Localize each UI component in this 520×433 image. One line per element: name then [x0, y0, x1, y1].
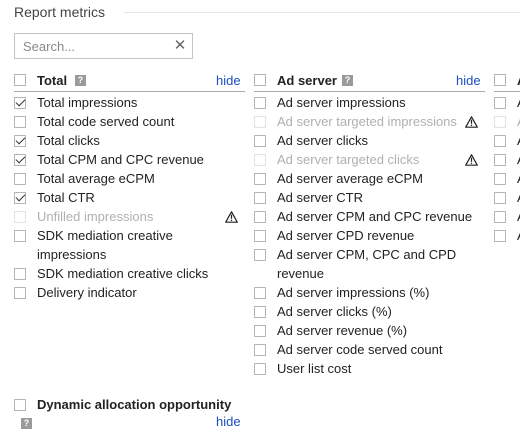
hide-dynamic-allocation-link[interactable]: hide — [216, 413, 241, 431]
column-header-divider — [494, 91, 520, 92]
metric-checkbox[interactable] — [14, 135, 26, 147]
metric-label: Ad server targeted impressions — [277, 114, 457, 129]
column-header-divider — [254, 91, 485, 92]
metric-checkbox — [254, 116, 266, 128]
metric-label: User list cost — [277, 361, 352, 376]
metric-checkbox[interactable] — [494, 154, 506, 166]
metric-checkbox — [14, 211, 26, 223]
metric-label: Ad server code served count — [277, 342, 443, 357]
column-select-all-checkbox[interactable] — [494, 74, 506, 86]
metric-label: Total CPM and CPC revenue — [37, 152, 204, 167]
metric-label: SDK mediation creative clicks — [37, 266, 209, 281]
warning-icon — [465, 154, 478, 166]
metric-checkbox[interactable] — [14, 154, 26, 166]
metric-label: Total code served count — [37, 114, 175, 129]
metric-checkbox[interactable] — [254, 325, 266, 337]
metric-label: impressions — [37, 247, 107, 262]
metric-checkbox — [494, 116, 506, 128]
metric-checkbox[interactable] — [254, 211, 266, 223]
help-icon[interactable]: ? — [342, 75, 353, 86]
metric-checkbox[interactable] — [14, 97, 26, 109]
column-header: Total — [37, 73, 68, 88]
hide-column-link[interactable]: hide — [216, 72, 241, 90]
metric-checkbox[interactable] — [14, 230, 26, 242]
metric-checkbox[interactable] — [494, 135, 506, 147]
metric-checkbox[interactable] — [254, 363, 266, 375]
metric-checkbox[interactable] — [254, 135, 266, 147]
metric-checkbox[interactable] — [254, 306, 266, 318]
metric-label: Ad server CPM, CPC and CPD — [277, 247, 457, 262]
column-header: Ad server — [277, 73, 337, 88]
metric-label: Ad server clicks (%) — [277, 304, 392, 319]
metric-label: Ad server impressions — [277, 95, 406, 110]
metric-checkbox[interactable] — [494, 173, 506, 185]
metric-checkbox[interactable] — [254, 97, 266, 109]
metric-label: Total average eCPM — [37, 171, 155, 186]
metric-checkbox[interactable] — [14, 192, 26, 204]
metric-checkbox — [254, 154, 266, 166]
column-select-all-checkbox[interactable] — [14, 74, 26, 86]
metric-label: Total CTR — [37, 190, 95, 205]
help-icon[interactable]: ? — [75, 75, 86, 86]
metric-label: Ad server CTR — [277, 190, 363, 205]
metric-label: Ad server revenue (%) — [277, 323, 408, 338]
metric-label: Ad server average eCPM — [277, 171, 423, 186]
section-title: Report metrics — [14, 4, 106, 20]
metric-label: Total impressions — [37, 95, 138, 110]
metric-label: Unfilled impressions — [37, 209, 154, 224]
metric-label: SDK mediation creative — [37, 228, 173, 243]
metric-checkbox[interactable] — [254, 287, 266, 299]
dynamic-allocation-header: Dynamic allocation opportunity — [37, 397, 232, 412]
metric-label: Ad server CPM and CPC revenue — [277, 209, 473, 224]
metric-checkbox[interactable] — [254, 173, 266, 185]
metric-label: Ad server targeted clicks — [277, 152, 420, 167]
warning-icon — [225, 211, 238, 223]
metric-label: Delivery indicator — [37, 285, 137, 300]
metric-checkbox[interactable] — [254, 192, 266, 204]
metric-checkbox[interactable] — [14, 173, 26, 185]
metric-checkbox[interactable] — [14, 268, 26, 280]
metric-label: Ad server impressions (%) — [277, 285, 430, 300]
metric-checkbox[interactable] — [494, 230, 506, 242]
metric-label: Ad server clicks — [277, 133, 369, 148]
metric-label: Total clicks — [37, 133, 100, 148]
help-icon[interactable]: ? — [21, 418, 32, 429]
section-divider — [124, 12, 520, 13]
metric-checkbox[interactable] — [254, 344, 266, 356]
hide-column-link[interactable]: hide — [456, 72, 481, 90]
metric-checkbox[interactable] — [494, 97, 506, 109]
warning-icon — [465, 116, 478, 128]
clear-search-icon[interactable]: ✕ — [172, 38, 188, 54]
metric-checkbox[interactable] — [494, 211, 506, 223]
metric-checkbox[interactable] — [14, 287, 26, 299]
column-select-all-checkbox[interactable] — [254, 74, 266, 86]
dynamic-allocation-checkbox[interactable] — [14, 399, 26, 411]
metric-checkbox[interactable] — [254, 230, 266, 242]
search-box: ✕ — [14, 33, 193, 59]
metric-label: revenue — [277, 266, 324, 281]
metric-label: Ad server CPD revenue — [277, 228, 415, 243]
metric-checkbox[interactable] — [14, 116, 26, 128]
metric-checkbox[interactable] — [494, 192, 506, 204]
metric-checkbox[interactable] — [254, 249, 266, 261]
search-input[interactable] — [15, 34, 165, 58]
column-header-divider — [14, 91, 245, 92]
